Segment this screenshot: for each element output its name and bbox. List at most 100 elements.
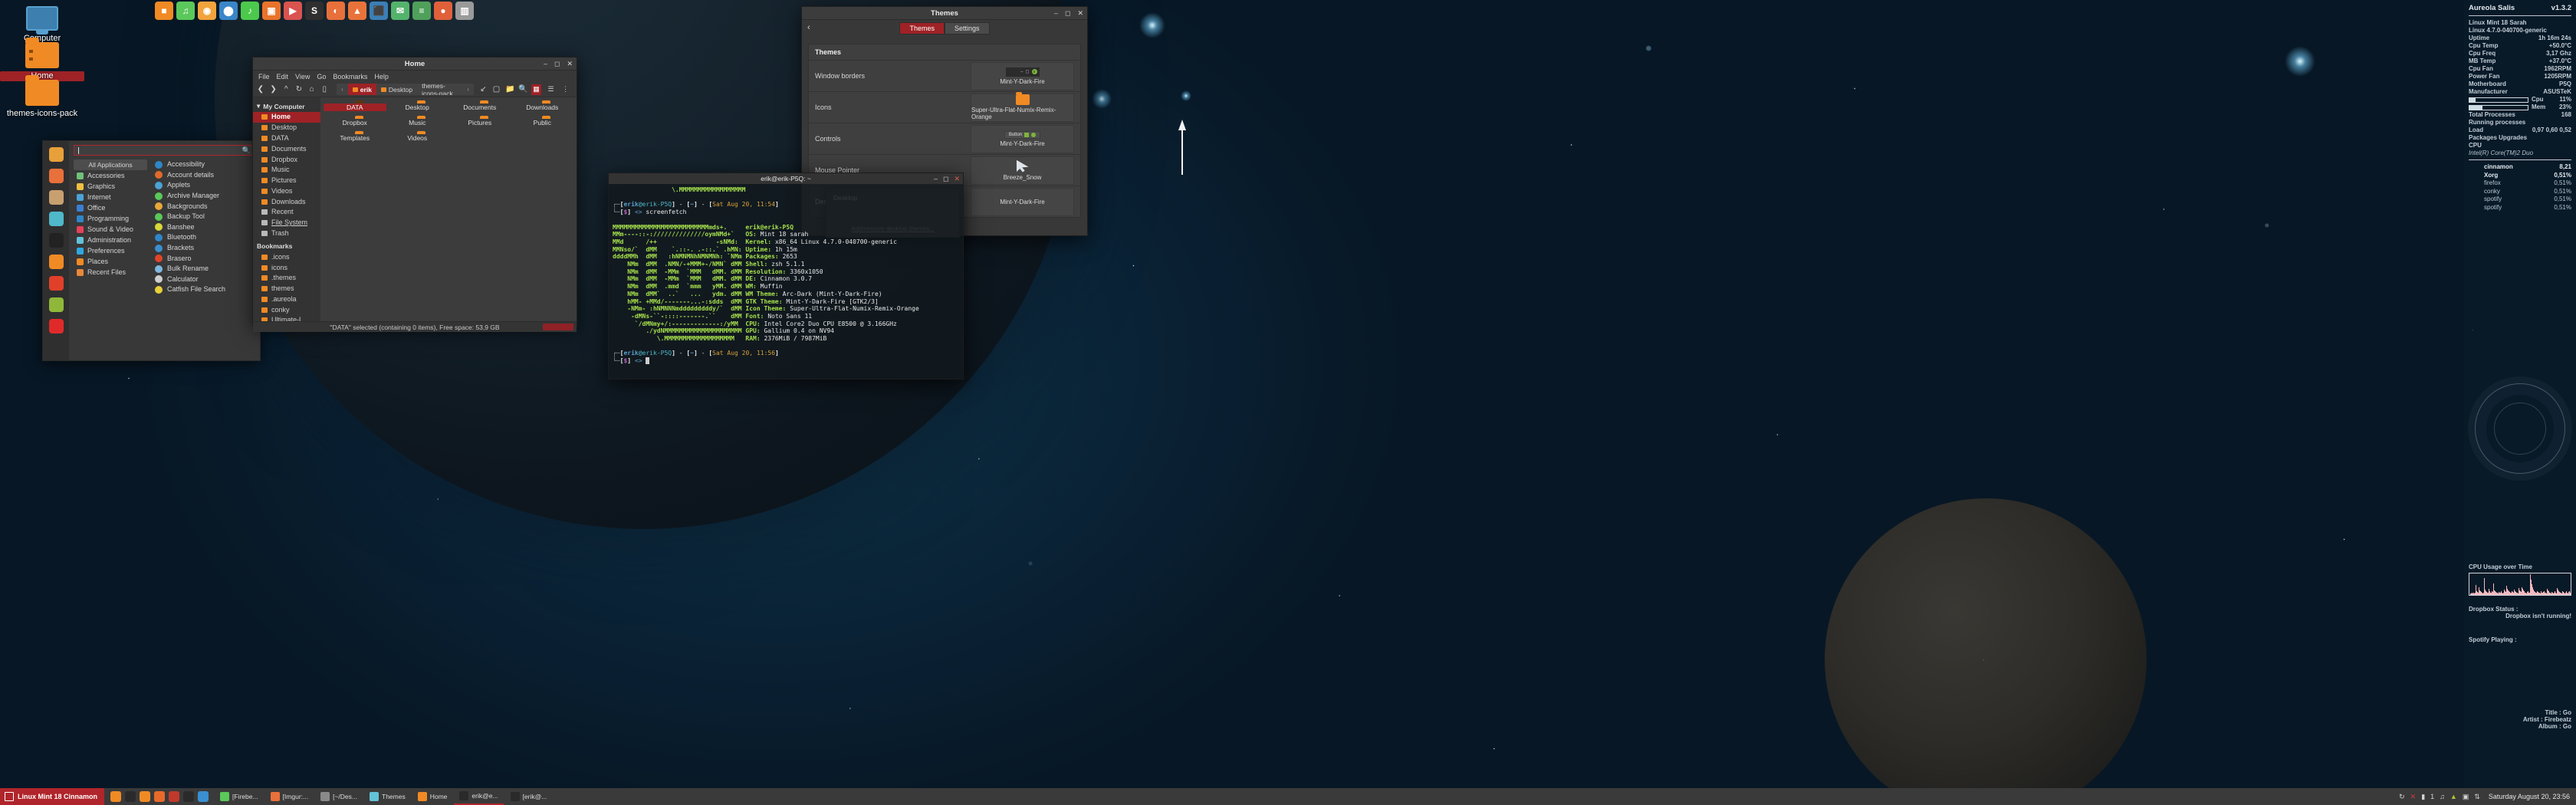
menu-category-accessories[interactable]: Accessories bbox=[74, 170, 147, 181]
menu-app-catfish-file-search[interactable]: Catfish File Search bbox=[153, 284, 255, 295]
reload-icon[interactable]: ↻ bbox=[295, 85, 303, 94]
chat-icon[interactable]: ▮ bbox=[2421, 793, 2425, 801]
browser-icon[interactable]: ⬤ bbox=[219, 2, 238, 20]
new-folder-icon[interactable]: 📁 bbox=[505, 85, 514, 94]
archive-icon[interactable]: ▥ bbox=[455, 2, 474, 20]
tab-themes[interactable]: Themes bbox=[899, 22, 945, 34]
menu-search-input[interactable]: 🔍 bbox=[74, 145, 255, 156]
music-icon[interactable]: ♫ bbox=[2440, 793, 2445, 800]
sidebar-item-documents[interactable]: Documents bbox=[253, 143, 320, 154]
menu-category-office[interactable]: Office bbox=[74, 202, 147, 213]
bookmark-themes[interactable]: themes bbox=[253, 284, 320, 294]
display-icon[interactable]: ▣ bbox=[2463, 793, 2469, 801]
file-item-public[interactable]: Public bbox=[511, 119, 574, 127]
menu-app-backgrounds[interactable]: Backgrounds bbox=[153, 201, 255, 212]
menu-category-sound-video[interactable]: Sound & Video bbox=[74, 224, 147, 235]
taskbar[interactable]: Linux Mint 18 Cinnamon [Firebe... [Imgur:… bbox=[0, 788, 2576, 805]
file-manager-sidebar[interactable]: ▾ My Computer Home Desktop DATA Documents Dr… bbox=[253, 97, 320, 321]
file-item-pictures[interactable]: Pictures bbox=[449, 119, 511, 127]
up-icon[interactable]: ^ bbox=[282, 85, 290, 94]
task-button[interactable]: Themes bbox=[364, 788, 411, 805]
theme-preview[interactable]: Super-Ultra-Flat-Numix-Remix-Orange bbox=[971, 92, 1074, 122]
sidebar-item-downloads[interactable]: Downloads bbox=[253, 196, 320, 207]
tab-settings[interactable]: Settings bbox=[944, 22, 990, 34]
quick-launch-area[interactable] bbox=[104, 791, 215, 802]
maximize-icon[interactable]: ◻ bbox=[1065, 10, 1070, 17]
bookmark--icons[interactable]: .icons bbox=[253, 251, 320, 262]
image-icon[interactable]: ▣ bbox=[262, 2, 281, 20]
onedrive-icon[interactable]: ▲ bbox=[348, 2, 366, 20]
network-icon[interactable]: ⇅ bbox=[2474, 793, 2480, 801]
menu-go[interactable]: Go bbox=[317, 73, 326, 80]
file-item-videos[interactable]: Videos bbox=[386, 134, 449, 142]
shield-icon[interactable]: ▲ bbox=[2450, 793, 2457, 800]
logout-icon[interactable] bbox=[48, 297, 64, 312]
menu-category-graphics[interactable]: Graphics bbox=[74, 181, 147, 192]
menu-app-accessibility[interactable]: Accessibility bbox=[153, 159, 255, 170]
folder-icon[interactable] bbox=[140, 791, 151, 802]
circles-icon[interactable]: ● bbox=[434, 2, 452, 20]
menu-category-programming[interactable]: Programming bbox=[74, 213, 147, 224]
lock-screen-icon[interactable] bbox=[48, 276, 64, 291]
maximize-icon[interactable]: ◻ bbox=[943, 175, 948, 182]
menu-app-brasero[interactable]: Brasero bbox=[153, 253, 255, 264]
theme-row-icons[interactable]: Icons Super-Ultra-Flat-Numix-Remix-Orange bbox=[809, 91, 1080, 123]
icon-view-icon[interactable]: ▦ bbox=[531, 84, 541, 95]
chart-icon[interactable]: ≡ bbox=[412, 2, 431, 20]
menu-category-administration[interactable]: Administration bbox=[74, 235, 147, 245]
desktop-icon-computer[interactable]: Computer bbox=[0, 6, 84, 44]
menu-application-list[interactable]: Accessibility Account details Applets Archi… bbox=[150, 159, 255, 360]
terminal-output[interactable]: \.MMMMMMMMMMMMMMMMMM ┌─[erik@erik-P5Q] -… bbox=[609, 184, 963, 379]
list-view-icon[interactable]: ☰ bbox=[546, 84, 556, 95]
start-menu-button[interactable]: Linux Mint 18 Cinnamon bbox=[0, 788, 105, 805]
theme-preview[interactable]: Mint-Y-Dark-Fire bbox=[971, 187, 1074, 216]
menu-app-banshee[interactable]: Banshee bbox=[153, 222, 255, 233]
close-icon[interactable]: ✕ bbox=[567, 61, 573, 67]
file-manager-window[interactable]: Home – ◻ ✕ File Edit View Go Bookmarks Help ❮… bbox=[252, 57, 577, 332]
breadcrumb[interactable]: ‹ erik Desktop themes-icons-pack › bbox=[337, 84, 474, 95]
bookmark-conky[interactable]: conky bbox=[253, 304, 320, 315]
theme-preview[interactable]: – ◻ x Mint-Y-Dark-Fire bbox=[971, 61, 1074, 90]
file-item-desktop[interactable]: Desktop bbox=[386, 104, 449, 111]
back-icon[interactable]: ❮ bbox=[257, 85, 264, 94]
sidebar-item-desktop[interactable]: Desktop bbox=[253, 123, 320, 133]
theme-preview[interactable]: Breeze_Snow bbox=[971, 156, 1074, 185]
menu-category-list[interactable]: All Applications Accessories Graphics Inte… bbox=[74, 159, 150, 360]
maximize-icon[interactable]: ◻ bbox=[554, 61, 560, 67]
sidebar-item-file-system[interactable]: File System bbox=[253, 218, 320, 228]
menu-app-calculator[interactable]: Calculator bbox=[153, 274, 255, 285]
menu-bookmarks[interactable]: Bookmarks bbox=[333, 73, 367, 80]
compact-view-icon[interactable]: ⋮ bbox=[560, 84, 570, 95]
minimize-icon[interactable]: – bbox=[1054, 10, 1058, 17]
spotify-icon[interactable]: ♫ bbox=[176, 2, 195, 20]
menu-app-applets[interactable]: Applets bbox=[153, 180, 255, 191]
brackets-icon[interactable] bbox=[198, 791, 209, 802]
task-button[interactable]: [~/Des... bbox=[315, 788, 363, 805]
terminal-icon[interactable] bbox=[125, 791, 136, 802]
close-icon[interactable]: ✕ bbox=[1077, 10, 1083, 17]
menu-category-places[interactable]: Places bbox=[74, 256, 147, 267]
theme-preview[interactable]: Button Mint-Y-Dark-Fire bbox=[971, 124, 1074, 153]
menu-category-recent-files[interactable]: Recent Files bbox=[74, 267, 147, 278]
terminal-window[interactable]: erik@erik-P5Q: ~ – ◻ ✕ \.MMMMMMMMMMMMMMM… bbox=[608, 172, 964, 380]
home-icon[interactable]: ⌂ bbox=[308, 85, 316, 94]
sidebar-item-home[interactable]: Home bbox=[253, 112, 320, 123]
firefox-icon[interactable]: ◐ bbox=[327, 2, 345, 20]
pidgin-icon[interactable]: ◉ bbox=[198, 2, 216, 20]
mail-icon[interactable]: ✉ bbox=[391, 2, 409, 20]
sync-icon[interactable]: ↻ bbox=[2399, 793, 2405, 801]
bookmark--themes[interactable]: .themes bbox=[253, 273, 320, 284]
terminal-icon[interactable] bbox=[48, 233, 64, 248]
menu-edit[interactable]: Edit bbox=[277, 73, 289, 80]
file-item-dropbox[interactable]: Dropbox bbox=[324, 119, 386, 127]
menu-category-internet[interactable]: Internet bbox=[74, 192, 147, 202]
file-item-documents[interactable]: Documents bbox=[449, 104, 511, 111]
menu-help[interactable]: Help bbox=[374, 73, 389, 80]
menu-app-bulk-rename[interactable]: Bulk Rename bbox=[153, 264, 255, 274]
task-button[interactable]: [erik@... bbox=[505, 788, 553, 805]
desktop-dock[interactable]: ■ ♫ ◉ ⬤ ♪ ▣ ▶ S ◐ ▲ ⬛ ✉ ≡ ● ▥ bbox=[150, 0, 478, 21]
spotify2-icon[interactable]: S bbox=[305, 2, 324, 20]
menu-category-all-applications[interactable]: All Applications bbox=[74, 159, 147, 170]
sidebar-item-videos[interactable]: Videos bbox=[253, 186, 320, 196]
file-manager-content[interactable]: DATA Desktop Documents Downloads Dropbox Musi… bbox=[320, 97, 577, 321]
